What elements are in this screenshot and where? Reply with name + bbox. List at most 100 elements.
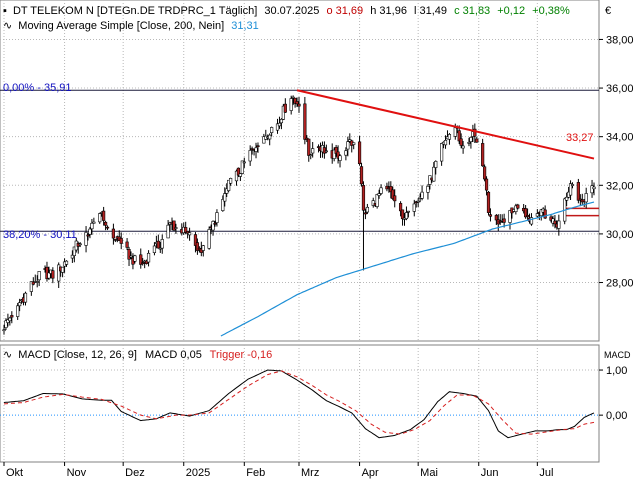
- candle-body: [484, 178, 489, 191]
- candle-body: [393, 195, 397, 202]
- candle-body: [434, 161, 438, 168]
- trendline-label: 33,27: [566, 132, 594, 144]
- close-value: c 31,83: [454, 5, 490, 17]
- price-axis-area: [600, 0, 640, 341]
- candle-body: [242, 161, 246, 164]
- candle-body: [565, 196, 569, 201]
- candle-body: [400, 209, 405, 220]
- header-date: 30.07.2025: [264, 5, 319, 17]
- candle-body: [432, 166, 436, 182]
- macd-legend-value: MACD 0,05: [145, 349, 202, 361]
- time-x-axis: Okt Nov Dez 2025 Feb Mrz Apr Mai Jun Jul: [3, 462, 553, 479]
- candle-body: [307, 138, 311, 156]
- ma-legend: ∿ Moving Average Simple [Close, 200, Nei…: [3, 20, 259, 32]
- fib-0-label: 0,00% - 35,91: [3, 82, 72, 94]
- candle-body: [426, 185, 430, 193]
- x-tick-label: Okt: [6, 467, 23, 479]
- candle-body: [443, 140, 448, 146]
- candle-body: [283, 103, 287, 113]
- candle-body: [84, 232, 88, 246]
- candle-body: [78, 243, 82, 246]
- change-value: +0,12: [497, 5, 525, 17]
- instrument-name: DT TELEKOM N [DTEGn.DE TRDPRC_1 Täglich]: [13, 5, 257, 17]
- candle-body: [156, 240, 160, 249]
- candle-body: [420, 191, 424, 199]
- candle-body: [8, 317, 12, 322]
- candle-body: [279, 118, 284, 124]
- macd-tick-label: 1,00: [606, 365, 627, 377]
- currency-label: €: [605, 5, 611, 17]
- candle-body: [375, 194, 379, 207]
- candle-body: [61, 266, 65, 273]
- candle-body: [459, 138, 463, 146]
- x-tick-label: Feb: [246, 467, 265, 479]
- candle-body: [469, 137, 473, 142]
- candle-body: [297, 103, 301, 107]
- candle-body: [453, 127, 457, 137]
- candle-body: [2, 329, 6, 332]
- candle-body: [92, 221, 96, 224]
- change-pct-value: +0,38%: [532, 5, 570, 17]
- candle-body: [90, 222, 94, 230]
- candle-body: [213, 223, 217, 225]
- x-tick-label: Jun: [481, 467, 499, 479]
- candle-body: [223, 193, 227, 202]
- candle-body: [256, 145, 260, 147]
- candle-body: [344, 150, 348, 156]
- candle-body: [322, 147, 326, 154]
- candle-body: [365, 206, 369, 213]
- candle-body: [229, 178, 233, 184]
- candle-body: [16, 305, 20, 317]
- candle-body: [295, 101, 299, 105]
- candle-body: [516, 204, 520, 209]
- candle-body: [570, 184, 575, 186]
- candle-body: [119, 238, 123, 244]
- candle-body: [166, 224, 170, 239]
- candle-body: [309, 154, 313, 156]
- candle-body: [576, 182, 580, 201]
- candle-body: [141, 262, 145, 265]
- candle-body: [592, 186, 596, 190]
- x-tick-label: Dez: [125, 467, 145, 479]
- candle-body: [86, 234, 90, 237]
- candle-body: [553, 220, 557, 225]
- candle-body: [377, 193, 381, 196]
- candle-body: [125, 241, 129, 248]
- candle-body: [535, 213, 539, 217]
- candle-body: [525, 214, 530, 217]
- candle-body: [37, 271, 41, 281]
- candle-body: [303, 103, 307, 140]
- candle-body: [311, 148, 315, 154]
- stock-chart[interactable]: 28,0030,0032,0034,0036,0038,00 0,001,00 …: [0, 0, 640, 480]
- y-tick-label: 30,00: [606, 229, 634, 241]
- candle-body: [64, 260, 69, 265]
- candle-body: [346, 141, 350, 150]
- candle-body: [270, 127, 274, 133]
- ma-legend-icon: ∿: [3, 20, 12, 32]
- bullet-icon: ▪: [3, 5, 7, 17]
- candle-body: [557, 220, 561, 229]
- trigger-legend-value: Trigger -0,16: [210, 349, 273, 361]
- macd-legend-label: MACD [Close, 12, 26, 9]: [18, 349, 137, 361]
- candle-body: [289, 98, 293, 111]
- candle-body: [146, 252, 151, 263]
- macd-axis-title: MACD: [604, 350, 631, 360]
- candle-body: [488, 214, 493, 217]
- macd-legend: ∿ MACD [Close, 12, 26, 9] MACD 0,05 Trig…: [3, 349, 272, 361]
- candle-body: [238, 173, 242, 177]
- candle-body: [174, 227, 178, 229]
- candle-body: [486, 191, 491, 213]
- candle-body: [440, 143, 444, 162]
- candle-body: [201, 245, 205, 251]
- x-tick-label: Mrz: [301, 467, 319, 479]
- high-value: h 31,96: [370, 5, 407, 17]
- candle-body: [10, 315, 14, 318]
- y-tick-label: 34,00: [606, 132, 634, 144]
- candle-body: [461, 145, 465, 149]
- candle-body: [88, 228, 92, 235]
- candle-body: [127, 249, 131, 260]
- x-tick-label: Jul: [539, 467, 553, 479]
- candle-body: [363, 212, 368, 215]
- x-tick-label: Nov: [67, 467, 87, 479]
- candle-body: [254, 147, 258, 152]
